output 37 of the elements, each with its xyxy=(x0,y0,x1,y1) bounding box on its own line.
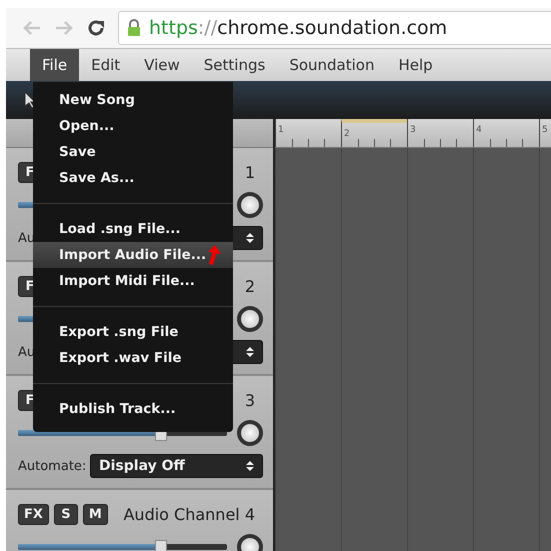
menu-option[interactable]: Export .sng File xyxy=(33,319,233,345)
menu-option[interactable]: Import Audio File... xyxy=(33,242,233,268)
address-bar[interactable]: https://chrome.soundation.com xyxy=(118,11,551,45)
bar-number: 5 xyxy=(542,125,548,135)
bar-number: 1 xyxy=(278,125,284,135)
reload-icon[interactable] xyxy=(86,18,106,38)
channel-name: Audio Channel 4 xyxy=(123,504,256,524)
updown-caret-icon xyxy=(246,232,254,244)
channel-name: 3 xyxy=(244,390,256,410)
menu-item[interactable]: File xyxy=(30,49,80,81)
menu-item[interactable]: View xyxy=(132,49,192,81)
menu-item[interactable]: Soundation xyxy=(277,49,386,81)
pan-knob[interactable] xyxy=(237,306,263,332)
pointer-arrow-icon xyxy=(207,245,221,265)
menu-item[interactable]: Edit xyxy=(79,49,132,81)
menu-item[interactable]: Help xyxy=(386,49,445,81)
menu-option[interactable]: Export .wav File xyxy=(33,345,233,371)
pan-knob[interactable] xyxy=(237,192,263,218)
url-text: https://chrome.soundation.com xyxy=(149,17,448,39)
pan-knob[interactable] xyxy=(237,420,263,446)
menu-item[interactable]: Settings xyxy=(192,49,278,81)
menu-option[interactable]: Load .sng File... xyxy=(33,216,233,242)
bar-number: 4 xyxy=(476,125,482,135)
menu-option[interactable]: Open... xyxy=(33,113,233,139)
menu-option[interactable]: New Song xyxy=(33,87,233,113)
channel-button[interactable]: M xyxy=(82,504,108,524)
automate-dropdown[interactable]: Display Off xyxy=(90,454,263,478)
channel-name: 2 xyxy=(244,276,256,296)
updown-caret-icon xyxy=(246,346,254,358)
bar-number: 2 xyxy=(344,129,350,139)
pointer-icon[interactable] xyxy=(24,91,36,109)
lock-icon xyxy=(127,19,141,37)
channel-name: 1 xyxy=(244,162,256,182)
channel-button[interactable]: S xyxy=(54,504,78,524)
updown-caret-icon xyxy=(246,460,254,472)
bar-number: 3 xyxy=(410,125,416,135)
channel-button[interactable]: FX xyxy=(18,504,49,524)
